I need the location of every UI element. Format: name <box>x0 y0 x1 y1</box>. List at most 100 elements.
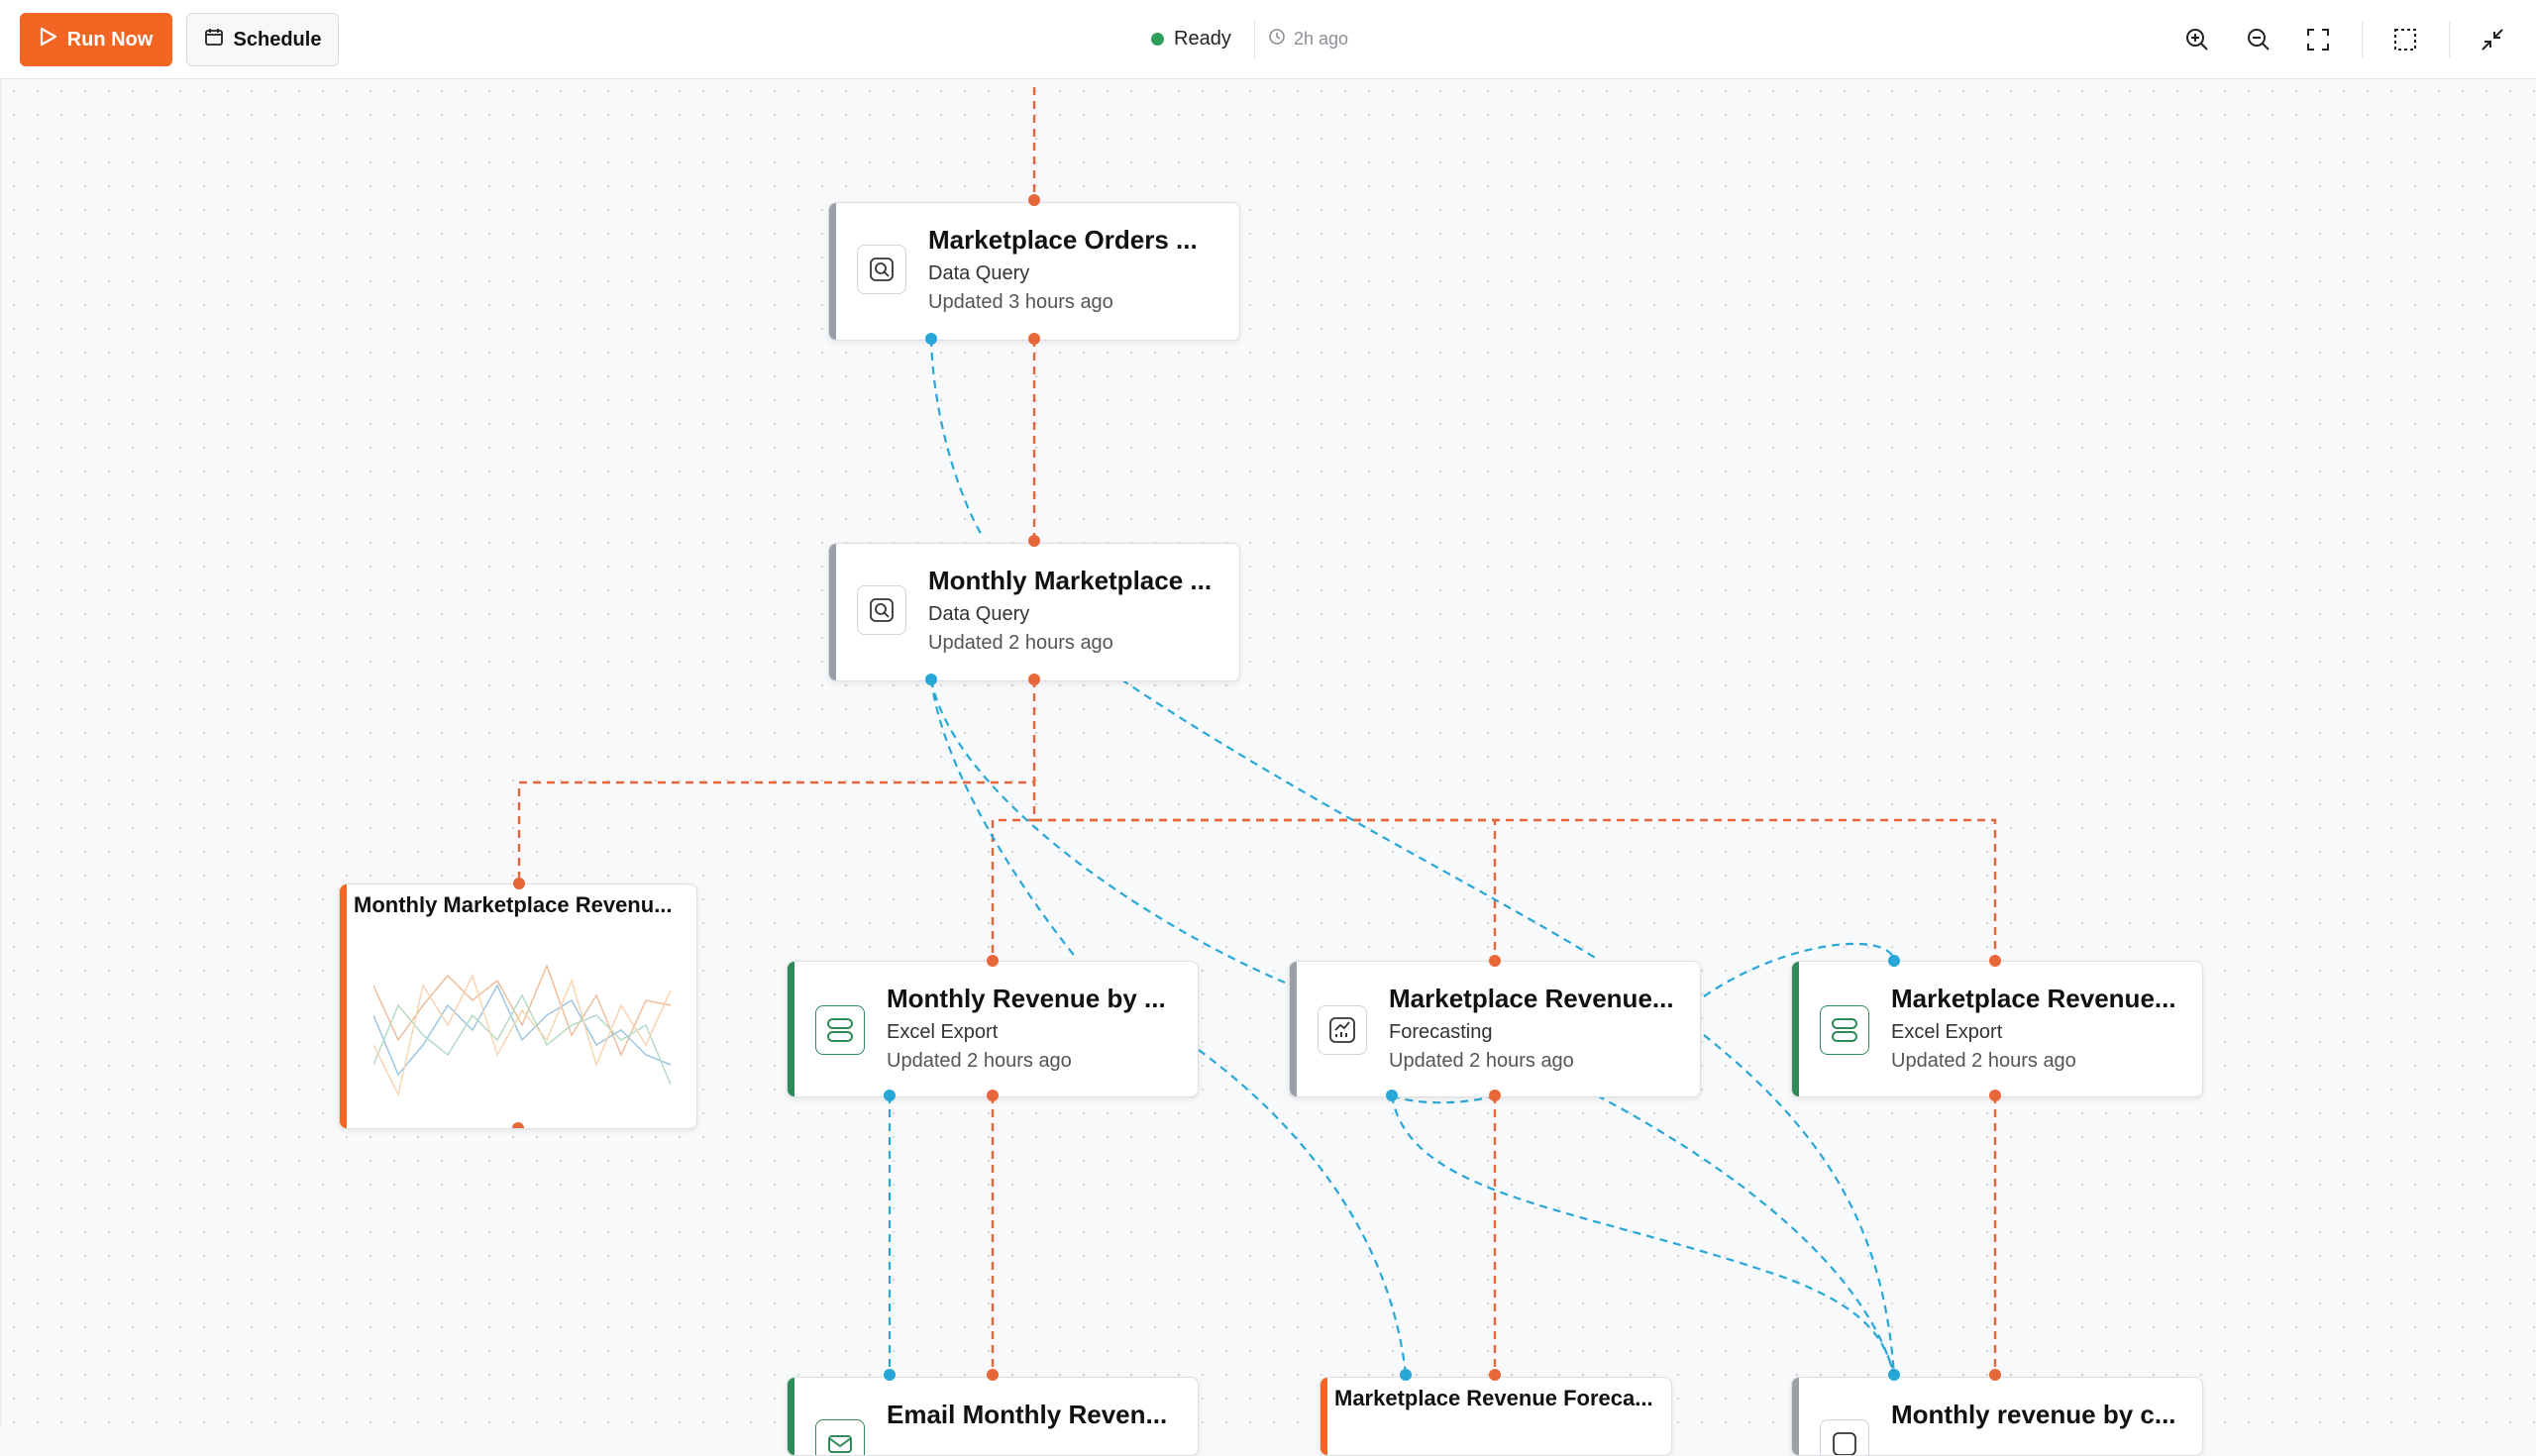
flow-edge <box>1034 818 1997 959</box>
forecasting-icon <box>1318 1005 1367 1055</box>
excel-export-icon <box>815 1005 865 1055</box>
connection-handle[interactable] <box>512 1122 524 1128</box>
node-updated: Updated 2 hours ago <box>1389 1050 1574 1072</box>
connection-handle[interactable] <box>513 878 525 889</box>
connection-handle[interactable] <box>884 1369 896 1381</box>
play-icon <box>40 27 57 52</box>
flow-edge <box>1034 818 1497 959</box>
node-updated: Updated 2 hours ago <box>887 1050 1072 1072</box>
connection-handle[interactable] <box>1028 535 1040 547</box>
node-title: Monthly Marketplace Revenu... <box>354 892 673 917</box>
node-email-monthly-revenue[interactable]: Email Monthly Reven... <box>787 1377 1199 1456</box>
node-updated: Updated 3 hours ago <box>928 291 1113 313</box>
node-type-bar <box>1792 1378 1799 1455</box>
flow-edge <box>991 779 1036 959</box>
node-title: Email Monthly Reven... <box>887 1400 1168 1429</box>
node-excel-export-marketplace[interactable]: Marketplace Revenue... Excel Export Upda… <box>1791 961 2203 1097</box>
toolbar-divider <box>2449 22 2450 57</box>
connection-handle[interactable] <box>925 333 937 345</box>
node-chart-monthly-revenue[interactable]: Monthly Marketplace Revenu... <box>339 884 697 1129</box>
node-type-bar <box>788 962 794 1096</box>
zoom-out-icon[interactable] <box>2241 22 2276 57</box>
chart-thumbnail-icon <box>373 963 672 1097</box>
data-edge <box>1390 1094 1896 1376</box>
status-dot-icon <box>1151 32 1164 46</box>
connection-handle[interactable] <box>1400 1369 1412 1381</box>
data-edge <box>1198 1049 1408 1376</box>
data-query-icon <box>857 585 906 635</box>
schedule-button[interactable]: Schedule <box>186 13 339 66</box>
top-toolbar: Run Now Schedule Ready 2h ago <box>0 0 2536 79</box>
node-monthly-marketplace[interactable]: Monthly Marketplace ... Data Query Updat… <box>828 543 1240 681</box>
connection-handle[interactable] <box>987 955 999 967</box>
connection-handle[interactable] <box>1888 1369 1900 1381</box>
connection-handle[interactable] <box>884 1090 896 1101</box>
node-title: Monthly revenue by c... <box>1891 1400 2176 1429</box>
data-query-icon <box>857 245 906 294</box>
node-title: Marketplace Revenue Foreca... <box>1334 1386 1653 1410</box>
node-type-bar <box>1321 1378 1327 1455</box>
node-type-bar <box>340 884 347 1128</box>
connection-handle[interactable] <box>1489 955 1501 967</box>
node-type: Data Query <box>928 603 1030 625</box>
node-title: Marketplace Revenue... <box>1891 984 2176 1013</box>
connection-handle[interactable] <box>1386 1090 1398 1101</box>
node-updated: Updated 2 hours ago <box>928 632 1113 654</box>
calendar-icon <box>204 27 224 52</box>
fit-view-icon[interactable] <box>2300 22 2336 57</box>
node-title: Monthly Revenue by ... <box>887 984 1166 1013</box>
workflow-canvas[interactable]: Marketplace Orders ... Data Query Update… <box>0 79 2536 1456</box>
connection-handle[interactable] <box>1888 955 1900 967</box>
connection-handle[interactable] <box>1989 1369 2001 1381</box>
node-marketplace-orders[interactable]: Marketplace Orders ... Data Query Update… <box>828 202 1240 341</box>
node-monthly-revenue-by-category[interactable]: Monthly revenue by c... <box>1791 1377 2203 1456</box>
email-icon <box>815 1419 865 1455</box>
clock-icon <box>1268 28 1286 51</box>
node-type-bar <box>829 544 836 680</box>
node-type-bar <box>1792 962 1799 1096</box>
toolbar-divider <box>2362 22 2363 57</box>
status-text: Ready <box>1174 27 1231 50</box>
node-excel-export-monthly[interactable]: Monthly Revenue by ... Excel Export Upda… <box>787 961 1199 1097</box>
node-updated: Updated 2 hours ago <box>1891 1050 2076 1072</box>
connection-handle[interactable] <box>1489 1090 1501 1101</box>
connection-handle[interactable] <box>1028 674 1040 685</box>
run-now-button[interactable]: Run Now <box>20 13 172 66</box>
node-type: Excel Export <box>887 1021 999 1043</box>
connection-handle[interactable] <box>925 674 937 685</box>
zoom-in-icon[interactable] <box>2179 22 2215 57</box>
node-title: Marketplace Orders ... <box>928 225 1198 255</box>
select-area-icon[interactable] <box>2387 22 2423 57</box>
node-type: Data Query <box>928 262 1030 284</box>
data-edge <box>929 678 1286 985</box>
run-now-label: Run Now <box>66 28 154 51</box>
data-query-icon <box>1820 1419 1869 1455</box>
node-chart-revenue-forecast[interactable]: Marketplace Revenue Foreca... <box>1320 1377 1672 1456</box>
connection-handle[interactable] <box>1489 1369 1501 1381</box>
schedule-label: Schedule <box>233 28 322 51</box>
divider <box>1254 20 1255 59</box>
connection-handle[interactable] <box>987 1090 999 1101</box>
node-title: Marketplace Revenue... <box>1389 984 1674 1013</box>
connection-handle[interactable] <box>1989 1090 2001 1101</box>
flow-edge <box>517 679 1036 882</box>
last-run-time: 2h ago <box>1268 24 1348 53</box>
node-title: Monthly Marketplace ... <box>928 566 1213 595</box>
status-indicator: Ready <box>1151 24 1231 53</box>
node-type: Forecasting <box>1389 1021 1493 1043</box>
node-forecasting[interactable]: Marketplace Revenue... Forecasting Updat… <box>1289 961 1701 1097</box>
connection-handle[interactable] <box>1028 333 1040 345</box>
node-type-bar <box>1290 962 1297 1096</box>
connection-handle[interactable] <box>1028 194 1040 206</box>
edges-layer <box>517 87 1997 1376</box>
data-edge <box>1596 1094 1896 1376</box>
excel-export-icon <box>1820 1005 1869 1055</box>
node-type: Excel Export <box>1891 1021 2003 1043</box>
node-type-bar <box>788 1378 794 1455</box>
data-edge <box>929 338 984 538</box>
connection-handle[interactable] <box>1989 955 2001 967</box>
collapse-icon[interactable] <box>2475 22 2510 57</box>
node-type-bar <box>829 203 836 340</box>
connection-handle[interactable] <box>987 1369 999 1381</box>
last-run-text: 2h ago <box>1294 28 1349 49</box>
